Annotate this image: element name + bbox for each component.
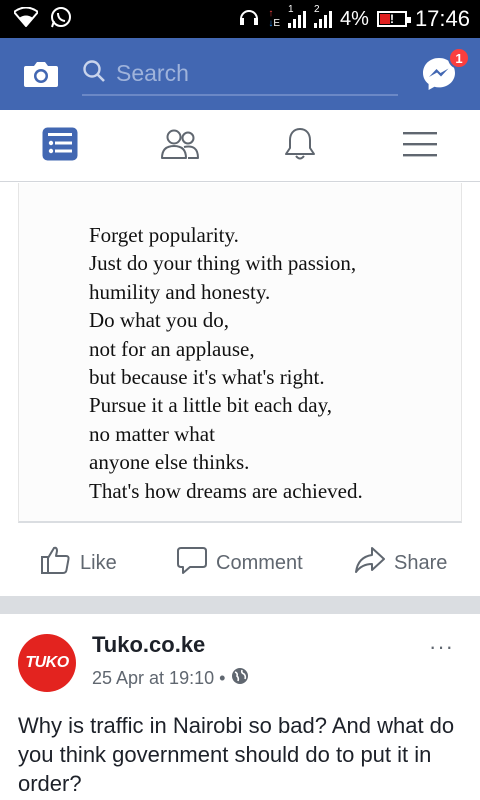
feed-divider xyxy=(0,596,480,614)
post-image[interactable]: Forget popularity. Just do your thing wi… xyxy=(18,183,462,523)
clock: 17:46 xyxy=(414,6,470,31)
tab-news-feed[interactable] xyxy=(0,110,120,182)
bell-icon xyxy=(283,126,317,167)
quote-line: humility and honesty. xyxy=(89,279,271,304)
like-button[interactable]: Like xyxy=(40,544,117,582)
share-button[interactable]: Share xyxy=(354,544,447,582)
news-feed-icon xyxy=(42,127,78,166)
more-options-button[interactable]: ··· xyxy=(429,634,454,660)
page-name[interactable]: Tuko.co.ke xyxy=(92,632,205,658)
network-type-label: E xyxy=(273,18,281,29)
share-label: Share xyxy=(394,551,448,574)
status-bar: ↑ ↓ E 1 2 4% ! 17:46 xyxy=(0,0,480,38)
feed-post: TUKO Tuko.co.ke 25 Apr at 19:10 • ··· Wh… xyxy=(0,614,480,800)
quote-line: Forget popularity. xyxy=(89,223,239,247)
post-actions: Like Comment Share xyxy=(0,532,480,594)
battery-icon: ! xyxy=(376,11,411,27)
search-input[interactable]: Search xyxy=(82,52,398,96)
whatsapp-icon xyxy=(50,6,72,33)
quote-line: anyone else thinks. xyxy=(89,450,250,475)
quote-line: but because it's what's right. xyxy=(89,365,325,390)
globe-icon xyxy=(231,667,249,690)
sim1-label: 1 xyxy=(288,4,294,15)
sim1-signal-icon: 1 xyxy=(288,4,307,28)
tab-friends[interactable] xyxy=(120,110,240,182)
search-placeholder: Search xyxy=(116,59,189,86)
sim2-label: 2 xyxy=(314,4,320,15)
search-icon xyxy=(82,59,106,88)
quote-line: no matter what xyxy=(89,421,215,446)
tab-notifications[interactable] xyxy=(240,110,360,182)
share-icon xyxy=(354,544,386,582)
battery-percent: 4% xyxy=(340,7,369,30)
app-bar: Search 1 xyxy=(0,38,480,110)
sim2-signal-icon: 2 xyxy=(314,4,333,28)
post-meta: 25 Apr at 19:10 • xyxy=(92,667,249,690)
headset-icon xyxy=(238,5,260,33)
messenger-button[interactable]: 1 xyxy=(420,47,470,93)
camera-icon[interactable] xyxy=(22,59,60,89)
quote-line: not for an applause, xyxy=(89,336,255,361)
quote-line: Do what you do, xyxy=(89,308,229,333)
friends-icon xyxy=(160,127,200,166)
comment-icon xyxy=(176,544,208,582)
quote-text: Forget popularity. Just do your thing wi… xyxy=(89,221,363,505)
avatar[interactable]: TUKO xyxy=(18,634,76,692)
messenger-badge: 1 xyxy=(448,47,470,69)
comment-button[interactable]: Comment xyxy=(176,544,303,582)
like-label: Like xyxy=(80,551,117,574)
tab-menu[interactable] xyxy=(360,110,480,182)
avatar-logo-text: TUKO xyxy=(25,654,69,671)
post-timestamp[interactable]: 25 Apr at 19:10 • xyxy=(92,668,225,689)
post-text: Why is traffic in Nairobi so bad? And wh… xyxy=(18,713,455,796)
messenger-icon xyxy=(420,58,458,97)
thumbs-up-icon xyxy=(40,544,72,582)
quote-line: Just do your thing with passion, xyxy=(89,251,357,276)
quote-line: That's how dreams are achieved. xyxy=(89,478,363,503)
data-transfer-icon: ↑ ↓ E xyxy=(268,8,281,29)
tab-bar xyxy=(0,110,480,182)
quote-line: Pursue it a little bit each day, xyxy=(89,393,332,418)
wifi-icon xyxy=(12,6,40,32)
comment-label: Comment xyxy=(216,551,303,574)
hamburger-icon xyxy=(403,131,437,162)
